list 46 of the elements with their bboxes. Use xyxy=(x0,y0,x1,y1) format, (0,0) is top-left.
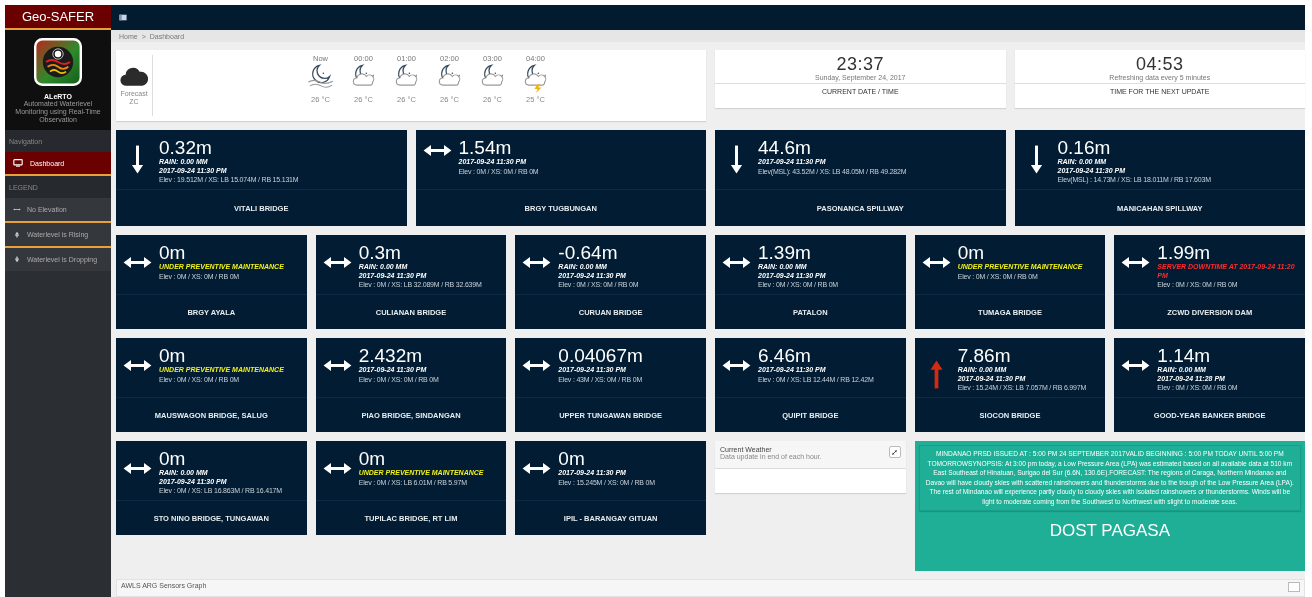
double-arrow-icon xyxy=(13,206,21,213)
double-arrow-icon xyxy=(522,462,552,475)
expand-icon xyxy=(891,448,899,456)
cloud-icon xyxy=(120,65,148,87)
double-arrow-icon xyxy=(921,256,951,269)
double-arrow-icon xyxy=(1121,359,1151,372)
double-arrow-icon xyxy=(722,359,751,372)
double-arrow-icon xyxy=(123,462,152,475)
double-arrow-icon xyxy=(522,359,552,372)
double-arrow-icon xyxy=(422,144,452,157)
panel-icon xyxy=(119,14,127,21)
double-arrow-icon xyxy=(322,462,352,475)
clock-time: 23:37 xyxy=(836,55,884,74)
water-level: 0.16m xyxy=(1057,138,1112,158)
double-arrow-icon xyxy=(123,256,152,269)
water-level: 0.32m xyxy=(159,138,213,158)
double-arrow-icon xyxy=(522,256,552,269)
bulletin-source: DOST PAGASA xyxy=(1048,520,1171,541)
water-level: 0m xyxy=(159,346,187,366)
clock-time: 04:53 xyxy=(1135,55,1184,74)
panel-toggle-button[interactable] xyxy=(1288,582,1300,592)
monitor-icon xyxy=(13,159,23,167)
water-level: 6.46m xyxy=(758,346,812,366)
water-level: 1.54m xyxy=(458,138,513,158)
water-level: 1.39m xyxy=(758,243,812,263)
logo-icon xyxy=(34,38,82,86)
double-arrow-icon xyxy=(322,256,352,269)
double-arrow-icon xyxy=(322,359,352,372)
double-arrow-icon xyxy=(123,359,152,372)
water-level: 0m xyxy=(159,243,187,263)
water-level: 44.6m xyxy=(758,138,812,158)
water-level: 0m xyxy=(159,449,187,469)
water-level: 0m xyxy=(558,449,586,469)
water-level: 0m xyxy=(358,449,387,469)
double-arrow-icon xyxy=(722,256,751,269)
app-title: Geo-SAFER xyxy=(5,5,111,30)
water-level: -0.64m xyxy=(558,243,619,263)
water-level: 7.86m xyxy=(957,346,1012,366)
water-level: 0.3m xyxy=(358,243,402,263)
water-level: 1.14m xyxy=(1157,346,1212,366)
expand-button[interactable] xyxy=(888,446,901,458)
water-level: 1.99m xyxy=(1157,243,1212,263)
water-level: 0m xyxy=(957,243,986,263)
water-level: 2.432m xyxy=(358,346,424,366)
water-level: 0.04067m xyxy=(558,346,644,366)
double-arrow-icon xyxy=(1121,256,1151,269)
